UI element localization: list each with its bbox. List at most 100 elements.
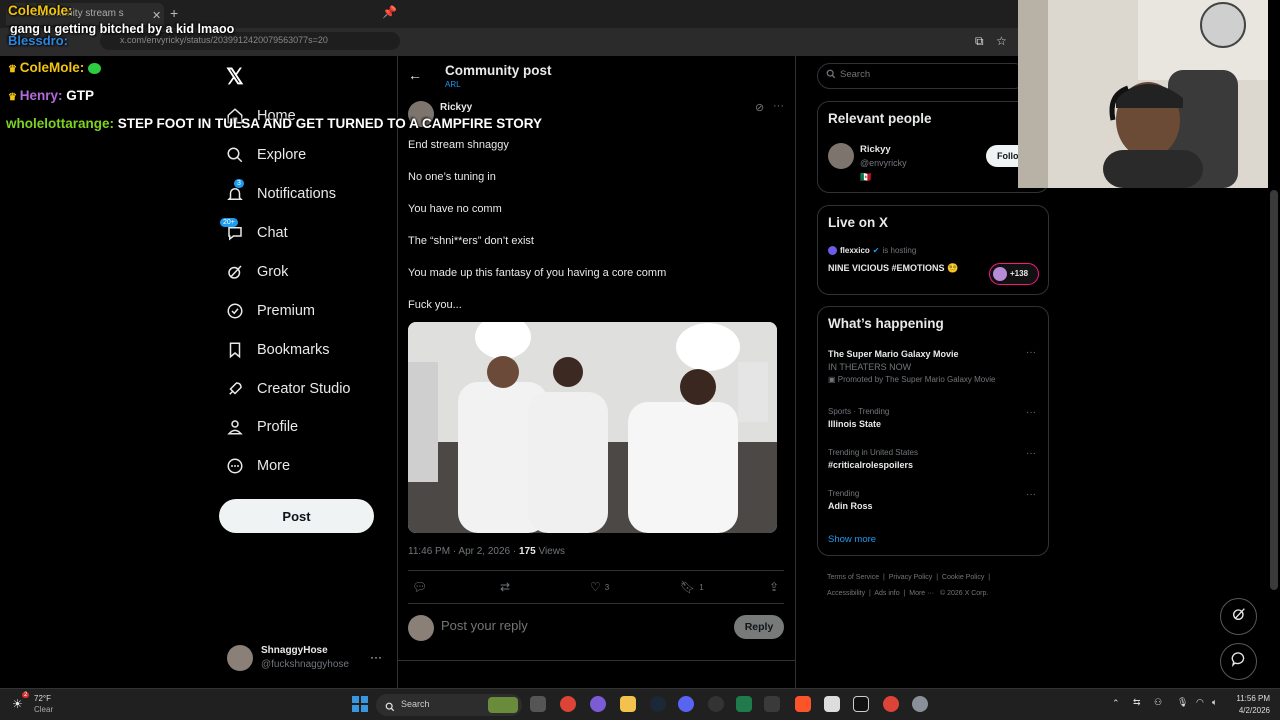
trend-more-icon[interactable]: ··· xyxy=(1026,448,1036,459)
reply-action[interactable]: 💬︎ xyxy=(412,580,427,594)
trend-name: Adin Ross xyxy=(828,501,873,511)
chrome-icon[interactable] xyxy=(560,696,576,712)
screenshot-icon[interactable]: ⧉ xyxy=(975,34,984,49)
person-name[interactable]: Rickyy xyxy=(860,144,891,155)
live-title[interactable]: NINE VICIOUS #EMOTIONS 😵‍💫 xyxy=(828,263,958,274)
webcam-overlay xyxy=(1018,0,1268,188)
chevron-up-icon[interactable]: ⌃ xyxy=(1112,698,1120,709)
nav-item-chat[interactable]: 20+ Chat xyxy=(220,218,288,248)
crown-icon: ♛ xyxy=(8,64,20,75)
heart-icon: ♡ xyxy=(590,580,601,594)
nav-item-explore[interactable]: Explore xyxy=(226,140,306,170)
volume-icon[interactable]: 🔈︎ xyxy=(1212,697,1217,708)
post-button[interactable]: Post xyxy=(219,499,374,533)
brave-icon[interactable] xyxy=(795,696,811,712)
close-tab-icon[interactable]: ✕ xyxy=(152,9,161,22)
weather-icon[interactable]: ☀ xyxy=(12,697,23,711)
microphone-icon[interactable]: 🎙︎ xyxy=(1177,697,1188,708)
trend-item[interactable]: Sports · Trending Illinois State xyxy=(828,407,889,429)
trend-item[interactable]: The Super Mario Galaxy Movie IN THEATERS… xyxy=(828,349,1038,384)
like-action[interactable]: ♡ 3 xyxy=(590,580,609,594)
footer-link[interactable]: Ads info xyxy=(874,590,899,597)
search-icon xyxy=(226,146,244,164)
share-action[interactable]: ⇪ xyxy=(769,580,779,594)
live-host-row[interactable]: flexxico ✔ is hosting xyxy=(828,246,916,255)
nav-item-notifications[interactable]: 3 Notifications xyxy=(226,179,336,209)
bookmark-icon: 🔖︎ xyxy=(680,580,696,594)
post-line: The “shni**ers” don’t exist xyxy=(408,235,534,247)
post-more-icon[interactable]: ··· xyxy=(773,100,784,112)
account-avatar[interactable] xyxy=(227,645,253,671)
account-more-icon[interactable]: ··· xyxy=(370,650,382,664)
nav-label: Premium xyxy=(257,303,316,319)
person-handle: @envyricky xyxy=(860,158,907,168)
search-icon xyxy=(826,69,836,82)
nav-item-grok[interactable]: Grok xyxy=(226,257,288,287)
pin-icon[interactable]: 📌 xyxy=(382,5,397,19)
post-image[interactable] xyxy=(408,322,777,533)
trend-item[interactable]: Trending Adin Ross xyxy=(828,489,873,511)
footer-link[interactable]: Cookie Policy xyxy=(942,574,984,581)
footer-link[interactable]: Privacy Policy xyxy=(889,574,933,581)
scrollbar[interactable] xyxy=(1270,190,1278,590)
emote-icon xyxy=(88,62,102,74)
x-logo-icon[interactable]: 𝕏 xyxy=(226,64,244,90)
trend-more-icon[interactable]: ··· xyxy=(1026,489,1036,500)
chat-message: ♛ ColeMole: xyxy=(8,60,102,75)
app-icon[interactable] xyxy=(824,696,840,712)
discord-icon[interactable] xyxy=(678,696,694,712)
show-more-link[interactable]: Show more xyxy=(828,534,876,545)
share-icon: ⇪ xyxy=(769,580,780,594)
post-line: You made up this fantasy of you having a… xyxy=(408,267,667,279)
chrome-icon[interactable] xyxy=(883,696,899,712)
author-name[interactable]: Rickyy xyxy=(440,102,472,113)
trend-more-icon[interactable]: ··· xyxy=(1026,407,1036,418)
person-avatar[interactable] xyxy=(828,143,854,169)
app-icon[interactable] xyxy=(764,696,780,712)
community-name[interactable]: ARL xyxy=(445,80,461,89)
tray-icon[interactable]: ⚇ xyxy=(1154,697,1162,708)
search-box[interactable] xyxy=(817,63,1027,89)
capcut-icon[interactable] xyxy=(853,696,869,712)
taskbar-search[interactable]: Search xyxy=(376,694,522,716)
search-input[interactable] xyxy=(840,69,1000,80)
grok-icon[interactable]: ⊘ xyxy=(755,101,764,114)
file-explorer-icon[interactable] xyxy=(620,696,636,712)
live-participants[interactable]: +138 xyxy=(989,263,1039,285)
more-icon xyxy=(226,457,244,475)
clock-date[interactable]: 4/2/2026 xyxy=(1226,706,1270,715)
live-count: +138 xyxy=(1010,269,1029,278)
nav-item-bookmarks[interactable]: Bookmarks xyxy=(226,335,330,365)
footer-link[interactable]: Terms of Service xyxy=(827,574,879,581)
nav-item-creator-studio[interactable]: Creator Studio xyxy=(226,374,351,404)
new-tab-icon[interactable]: + xyxy=(170,5,178,21)
repost-icon: ⇄ xyxy=(500,580,511,594)
tray-icon[interactable]: ⇆ xyxy=(1133,697,1141,708)
back-arrow-icon[interactable]: ← xyxy=(408,67,422,83)
steam-icon[interactable] xyxy=(650,696,666,712)
footer-link[interactable]: More ··· xyxy=(909,590,934,597)
windows-start-icon[interactable] xyxy=(352,696,368,717)
bookmark-action[interactable]: 🔖︎ 1 xyxy=(680,580,704,594)
app-icon[interactable] xyxy=(736,696,752,712)
settings-icon[interactable] xyxy=(912,696,928,712)
task-view-icon[interactable] xyxy=(530,696,546,712)
nav-item-premium[interactable]: Premium xyxy=(226,296,315,326)
bookmark-star-icon[interactable]: ☆ xyxy=(996,34,1007,48)
copyright: © 2026 X Corp. xyxy=(939,590,989,597)
repost-action[interactable]: ⇄ xyxy=(500,580,510,594)
grok-fab-button[interactable] xyxy=(1220,598,1257,635)
message-icon xyxy=(1231,651,1247,672)
nav-item-profile[interactable]: Profile xyxy=(226,412,298,442)
wifi-icon[interactable]: ◠ xyxy=(1196,697,1204,708)
copilot-icon[interactable] xyxy=(590,696,606,712)
reply-input[interactable] xyxy=(441,618,721,633)
trend-item[interactable]: Trending in United States #criticalroles… xyxy=(828,448,918,470)
footer-link[interactable]: Accessibility xyxy=(827,590,865,597)
trend-more-icon[interactable]: ··· xyxy=(1026,347,1036,358)
nav-item-more[interactable]: More xyxy=(226,451,290,481)
clock-time[interactable]: 11:56 PM xyxy=(1226,694,1270,703)
messages-fab-button[interactable] xyxy=(1220,643,1257,680)
reply-button[interactable]: Reply xyxy=(734,615,784,639)
obs-icon[interactable] xyxy=(708,696,724,712)
